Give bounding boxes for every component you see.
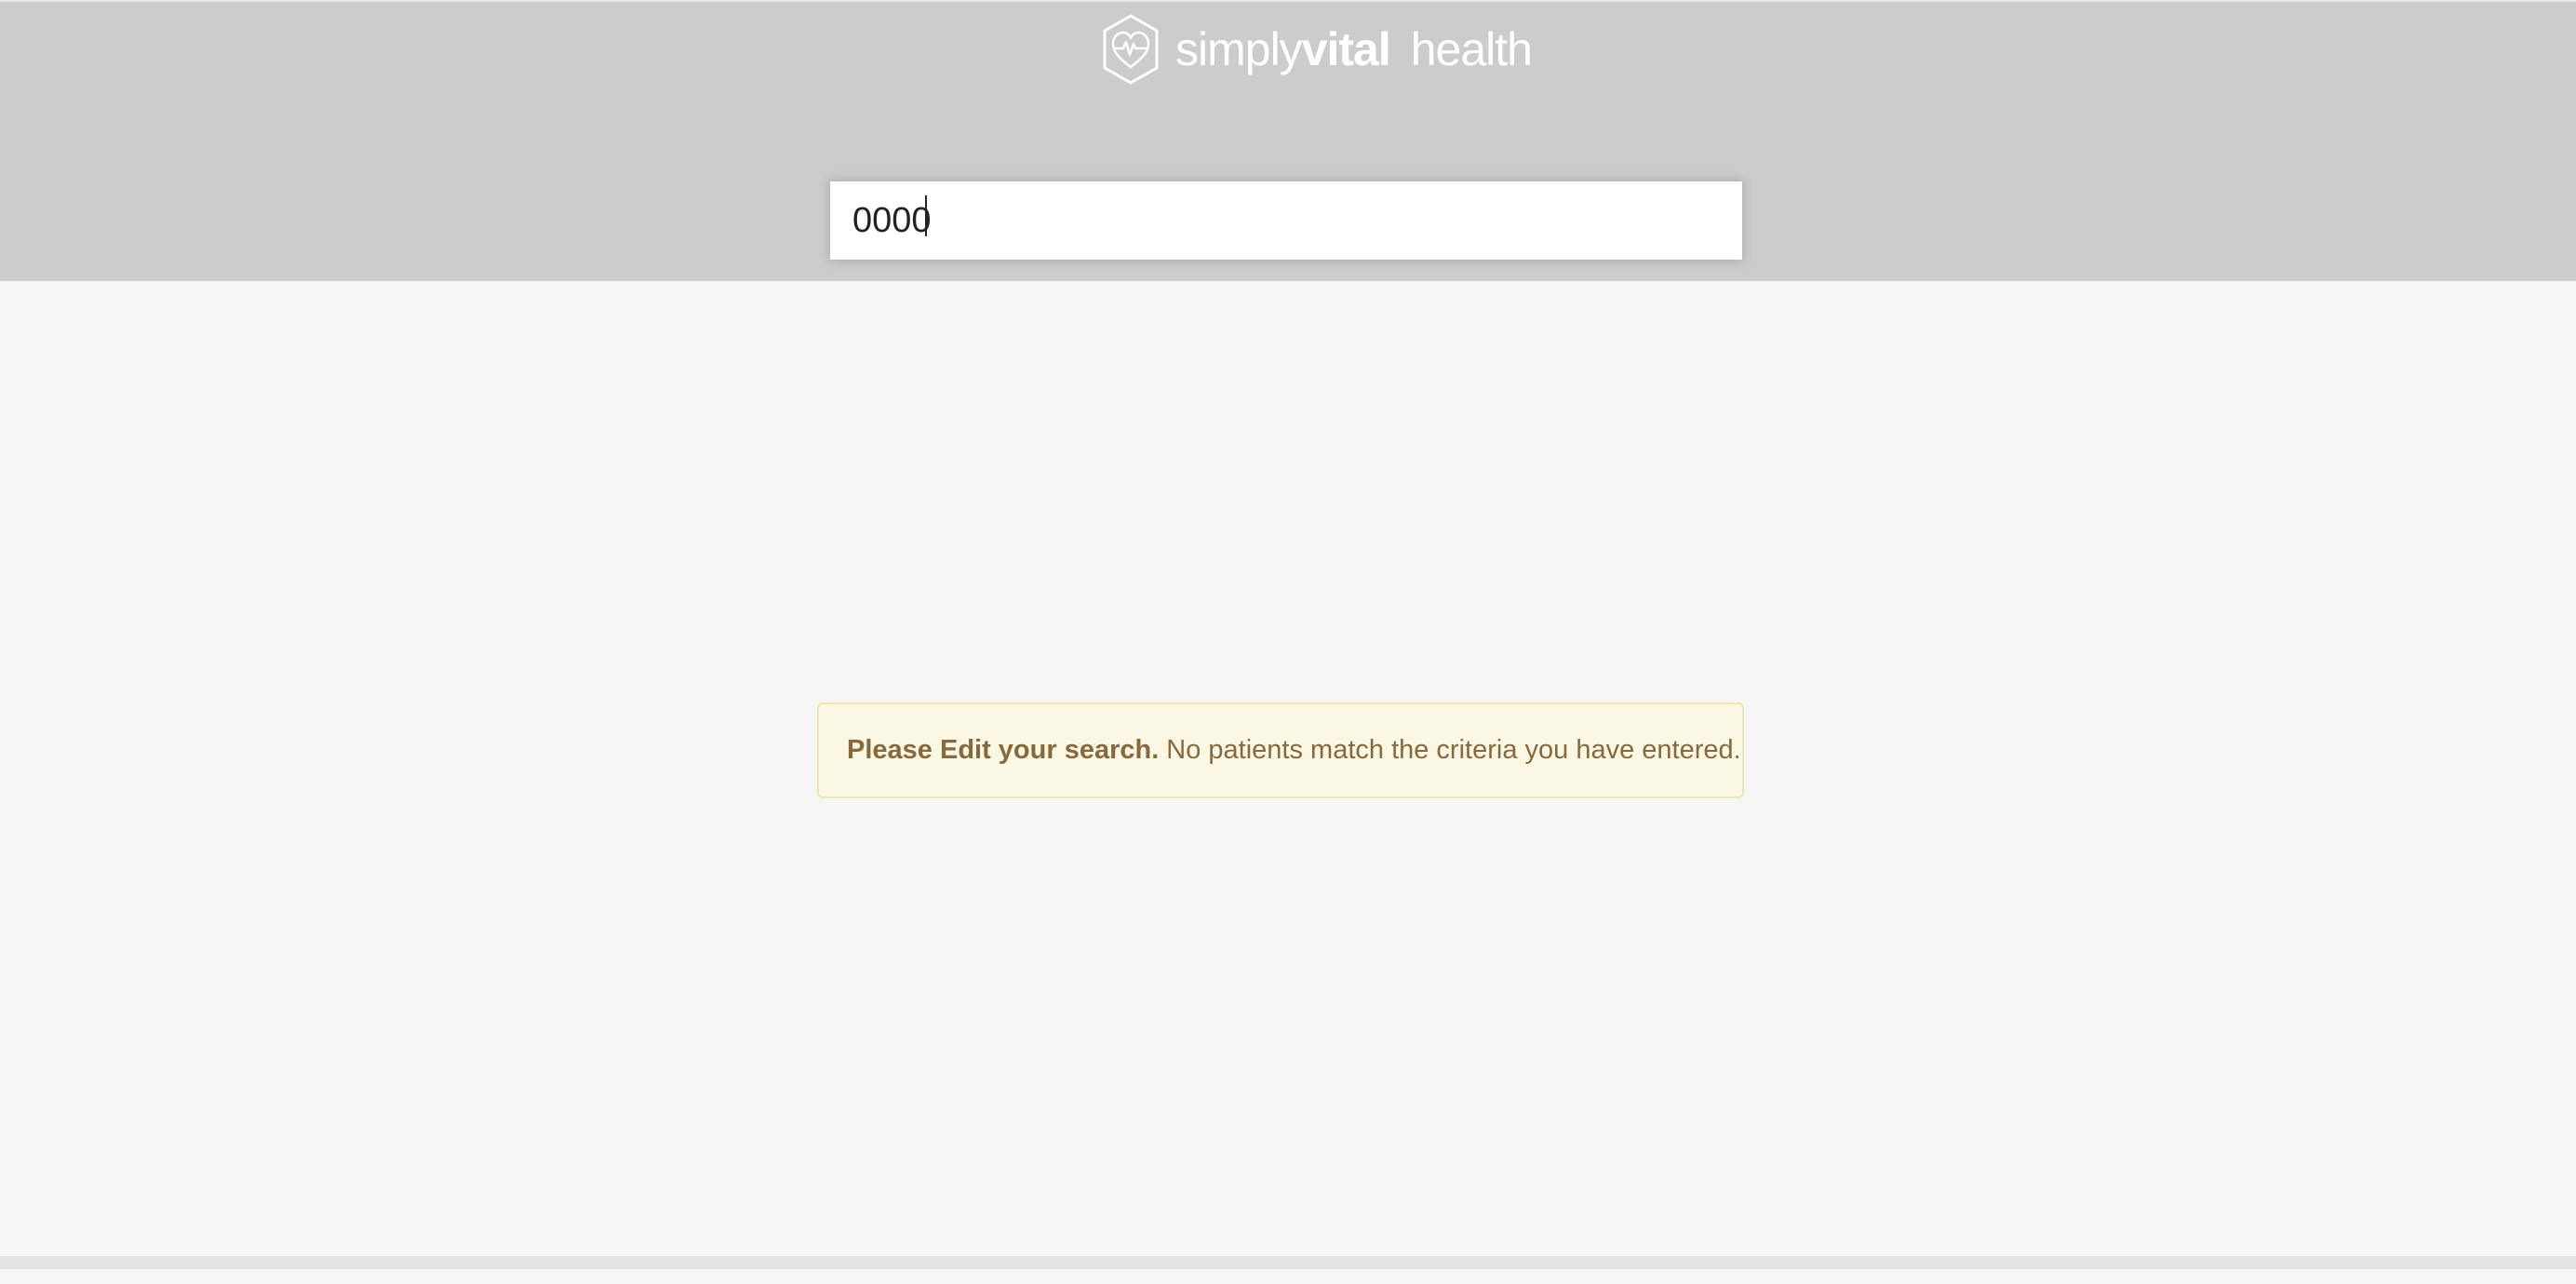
alert-strong-text: Please Edit your search. xyxy=(847,735,1160,765)
brand-name-bold: vital xyxy=(1301,23,1391,75)
app-header: simply vital health xyxy=(0,0,2576,281)
no-results-alert: Please Edit your search. No patients mat… xyxy=(817,702,1744,798)
patient-search-input[interactable] xyxy=(852,181,1742,260)
patient-search-box[interactable] xyxy=(830,181,1742,260)
alert-message: No patients match the criteria you have … xyxy=(1166,735,1741,765)
brand-name-suffix: health xyxy=(1410,23,1533,75)
brand-name-light: simply xyxy=(1175,23,1303,75)
hexagon-heartbeat-icon xyxy=(1103,14,1159,85)
text-cursor xyxy=(925,195,927,236)
bottom-scrollbar-track xyxy=(0,1256,2576,1269)
brand-wordmark: simply vital health xyxy=(1175,22,1533,76)
brand-logo[interactable]: simply vital health xyxy=(1101,13,1533,86)
